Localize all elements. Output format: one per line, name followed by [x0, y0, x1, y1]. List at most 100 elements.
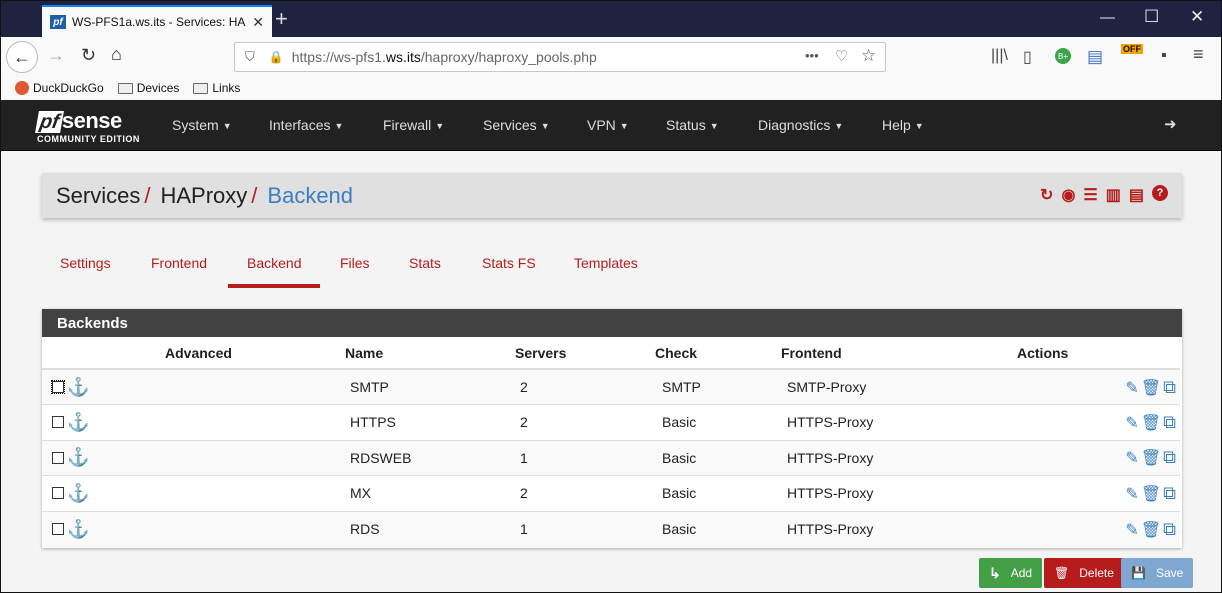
anchor-icon[interactable]: ⚓ [67, 447, 89, 467]
advanced-cell [132, 510, 345, 547]
minimize-icon[interactable]: — [1100, 9, 1115, 26]
active-tab-indicator [228, 284, 320, 288]
restart-service-icon[interactable]: ↻ [1040, 185, 1053, 205]
gift-icon[interactable]: ▪ [1161, 47, 1167, 65]
advanced-cell [132, 404, 345, 440]
edit-pencil-icon[interactable]: ✎ [1125, 486, 1138, 503]
anchor-icon[interactable]: ⚓ [67, 377, 89, 397]
log-icon[interactable]: ▤ [1129, 185, 1144, 205]
browser-window: pf WS-PFS1a.ws.its - Services: HAProxy ✕… [0, 0, 1222, 593]
edit-pencil-icon[interactable]: ✎ [1125, 522, 1138, 539]
menu-system[interactable]: System ▼ [172, 117, 232, 133]
servers-cell: 1 [515, 439, 655, 476]
row-checkbox[interactable] [51, 380, 65, 394]
sidebar-icon[interactable]: ▯ [1023, 47, 1032, 67]
bookmark-folder-links[interactable]: Links [193, 81, 240, 95]
tab-templates[interactable]: Templates [574, 255, 638, 271]
copy-icon[interactable]: ⧉ [1163, 483, 1176, 503]
tab-stats[interactable]: Stats [409, 255, 441, 271]
maximize-icon[interactable]: ☐ [1144, 7, 1159, 27]
row-checkbox[interactable] [52, 451, 64, 464]
browser-tab[interactable]: pf WS-PFS1a.ws.its - Services: HAProxy ✕ [42, 5, 272, 37]
close-window-icon[interactable]: ✕ [1190, 7, 1204, 27]
b-plus-extension-icon[interactable]: B+ [1055, 48, 1071, 64]
row-checkbox[interactable] [52, 523, 64, 535]
reload-button[interactable]: ↻ [81, 45, 96, 66]
anchor-icon[interactable]: ⚓ [67, 483, 89, 503]
tab-settings[interactable]: Settings [60, 255, 111, 271]
delete-button[interactable]: 🗑 Delete [1044, 558, 1124, 588]
menu-interfaces[interactable]: Interfaces ▼ [269, 117, 343, 133]
table-row: ⚓ RDSWEB 1 Basic HTTPS-Proxy ✎ 🗑 ⧉ [42, 439, 1180, 476]
row-checkbox[interactable] [52, 487, 64, 500]
tab-backend[interactable]: Backend [247, 255, 301, 271]
stop-service-icon[interactable]: ◉ [1061, 185, 1075, 205]
add-arrow-icon: ↳ [989, 564, 1001, 581]
copy-icon[interactable]: ⧉ [1163, 377, 1176, 397]
url-bar[interactable]: ⛉ 🔒 https://ws-pfs1.ws.its/haproxy/hapro… [234, 42, 886, 72]
menu-diagnostics[interactable]: Diagnostics ▼ [758, 117, 843, 133]
breadcrumb-haproxy[interactable]: HAProxy [160, 183, 247, 209]
delete-trash-icon[interactable]: 🗑 [1141, 415, 1161, 432]
pfsense-logo[interactable]: pfsense COMMUNITY EDITION [35, 108, 140, 144]
status-chart-icon[interactable]: ▥ [1106, 185, 1121, 205]
edit-pencil-icon[interactable]: ✎ [1125, 415, 1138, 432]
home-button[interactable]: ⌂ [111, 44, 122, 65]
bookmark-folder-devices[interactable]: Devices [117, 81, 179, 95]
bookmark-star-icon[interactable]: ☆ [861, 46, 876, 66]
folder-icon [193, 82, 209, 94]
off-extension-badge[interactable]: OFF [1121, 44, 1143, 54]
close-tab-icon[interactable]: ✕ [252, 14, 264, 31]
settings-sliders-icon[interactable]: ☰ [1083, 185, 1097, 205]
tab-frontend[interactable]: Frontend [151, 255, 207, 271]
bookmark-duckduckgo[interactable]: DuckDuckGo [15, 81, 104, 95]
new-tab-button[interactable]: + [275, 7, 288, 31]
caret-down-icon: ▼ [834, 121, 844, 132]
col-advanced: Advanced [132, 337, 345, 370]
help-icon[interactable]: ? [1152, 185, 1168, 201]
delete-trash-icon[interactable]: 🗑 [1141, 522, 1161, 539]
back-button[interactable]: ← [6, 41, 38, 73]
copy-icon[interactable]: ⧉ [1163, 519, 1176, 539]
delete-trash-icon[interactable]: 🗑 [1141, 486, 1161, 503]
menu-status[interactable]: Status ▼ [666, 117, 719, 133]
row-select-cell: ⚓ [42, 475, 132, 511]
frontend-cell: HTTPS-Proxy [781, 404, 1017, 440]
caret-down-icon: ▼ [914, 121, 924, 132]
breadcrumb-services[interactable]: Services [56, 183, 140, 209]
trash-icon: 🗑 [1054, 566, 1070, 580]
shield-icon[interactable]: ⛉ [245, 49, 255, 65]
row-checkbox[interactable] [52, 416, 64, 429]
menu-firewall[interactable]: Firewall ▼ [383, 117, 444, 133]
menu-services[interactable]: Services ▼ [483, 117, 550, 133]
save-button[interactable]: 💾 Save [1121, 558, 1194, 588]
hamburger-menu-icon[interactable]: ≡ [1193, 44, 1204, 65]
edit-pencil-icon[interactable]: ✎ [1125, 450, 1138, 467]
logout-icon[interactable]: ➜ [1164, 115, 1177, 133]
anchor-icon[interactable]: ⚓ [67, 412, 89, 432]
breadcrumb-backend[interactable]: Backend [267, 183, 353, 209]
tab-stats-fs[interactable]: Stats FS [482, 255, 536, 271]
caret-down-icon: ▼ [222, 121, 232, 132]
menu-vpn[interactable]: VPN ▼ [587, 117, 629, 133]
page-actions-icon[interactable]: ••• [805, 48, 819, 63]
actions-cell: ✎ 🗑 ⧉ [1017, 404, 1180, 440]
forward-button[interactable]: → [47, 45, 65, 66]
breadcrumb-separator: / [144, 182, 151, 208]
url-prefix: https://ws-pfs1. [291, 49, 386, 65]
menu-help[interactable]: Help ▼ [882, 117, 924, 133]
add-button[interactable]: ↳ Add [979, 558, 1043, 588]
pocket-icon[interactable]: ♡ [835, 47, 848, 65]
delete-trash-icon[interactable]: 🗑 [1141, 380, 1161, 397]
anchor-icon[interactable]: ⚓ [67, 519, 89, 539]
row-select-cell: ⚓ [42, 439, 132, 476]
url-path: /haproxy/haproxy_pools.php [420, 49, 597, 65]
copy-icon[interactable]: ⧉ [1163, 447, 1176, 467]
copy-icon[interactable]: ⧉ [1163, 412, 1176, 432]
save-page-extension-icon[interactable]: ▤ [1087, 47, 1103, 67]
library-icon[interactable]: |||\ [991, 47, 1008, 65]
edit-pencil-icon[interactable]: ✎ [1125, 380, 1138, 397]
lock-icon[interactable]: 🔒 [269, 50, 284, 64]
delete-trash-icon[interactable]: 🗑 [1141, 450, 1161, 467]
tab-files[interactable]: Files [340, 255, 370, 271]
